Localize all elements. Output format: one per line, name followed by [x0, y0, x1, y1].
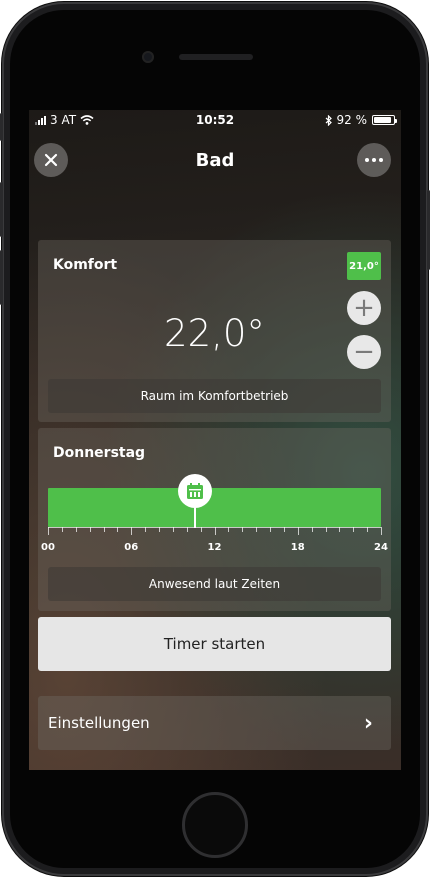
volume-up-button: [0, 182, 3, 237]
timeline-tick: [89, 527, 91, 532]
timeline-tick: [270, 527, 271, 532]
status-bar: 3 AT 10:52 92 %: [29, 110, 401, 130]
front-camera: [142, 51, 154, 63]
battery-percent: 92 %: [336, 113, 368, 127]
timeline-tick: [256, 527, 258, 532]
current-time-stem: [194, 506, 197, 528]
timer-start-button[interactable]: Timer starten: [38, 617, 391, 671]
decrease-temp-button[interactable]: −: [347, 335, 381, 369]
timeline-tick: [325, 527, 327, 532]
schedule-marker[interactable]: [178, 474, 213, 508]
timeline-tick-label: 18: [290, 542, 305, 553]
timeline-tick: [228, 527, 230, 532]
timeline-tick: [48, 527, 49, 535]
comfort-status: Raum im Komfortbetrieb: [48, 379, 381, 413]
schedule-timeline-bar[interactable]: [48, 488, 381, 527]
timeline-tick: [145, 527, 147, 532]
comfort-title: Komfort: [53, 257, 118, 273]
timeline-tick-label: 12: [207, 542, 222, 553]
volume-down-button: [0, 250, 3, 305]
timeline-tick: [242, 527, 244, 532]
calendar-icon: [187, 483, 204, 499]
earpiece-speaker: [179, 54, 253, 60]
comfort-card: Komfort 21,0° 22,0° + − Raum im Komfortb…: [38, 240, 391, 422]
timeline-tick: [339, 527, 341, 532]
timeline-tick: [353, 527, 355, 532]
timeline-tick: [159, 527, 160, 532]
battery-icon: [372, 115, 397, 125]
timeline-tick: [103, 527, 105, 532]
page-title: Bad: [195, 150, 235, 171]
settings-row[interactable]: Einstellungen ›: [38, 696, 391, 750]
status-right: 92 %: [325, 113, 397, 127]
timeline-tick: [117, 527, 119, 532]
timeline-tick: [367, 527, 369, 532]
target-temp-badge: 21,0°: [347, 252, 381, 280]
app-screen: 3 AT 10:52 92 % Bad Komfort 21,0° 22,0° …: [29, 110, 401, 770]
chevron-right-icon: ›: [363, 710, 373, 736]
timeline-tick: [75, 527, 77, 532]
bluetooth-icon: [325, 114, 332, 126]
increase-temp-button[interactable]: +: [347, 291, 381, 325]
timeline-tick: [311, 527, 313, 532]
mute-switch: [0, 113, 3, 141]
home-button[interactable]: [182, 792, 248, 858]
timeline-tick: [172, 527, 174, 532]
timeline-tick-label: 24: [374, 542, 388, 553]
current-temperature: 22,0°: [164, 312, 265, 355]
timeline-tick: [61, 527, 63, 532]
battery-fill: [374, 117, 392, 123]
more-dots-icon: [365, 158, 383, 162]
more-button[interactable]: [357, 143, 391, 177]
timeline-tick: [214, 527, 216, 535]
schedule-status: Anwesend laut Zeiten: [48, 567, 381, 601]
timeline-tick: [297, 527, 299, 535]
settings-label: Einstellungen: [48, 714, 150, 732]
timeline-tick-label: 06: [124, 542, 139, 553]
timeline-tick-label: 00: [41, 542, 55, 553]
timeline-tick: [131, 527, 133, 535]
schedule-card: Donnerstag 00 06 12 18 24 Anwesend laut Zeit…: [38, 428, 391, 611]
schedule-day-title: Donnerstag: [53, 445, 146, 461]
timeline-tick: [186, 527, 188, 532]
timeline-tick: [381, 527, 382, 535]
timeline-tick: [200, 527, 202, 532]
timeline-tick: [283, 527, 285, 532]
